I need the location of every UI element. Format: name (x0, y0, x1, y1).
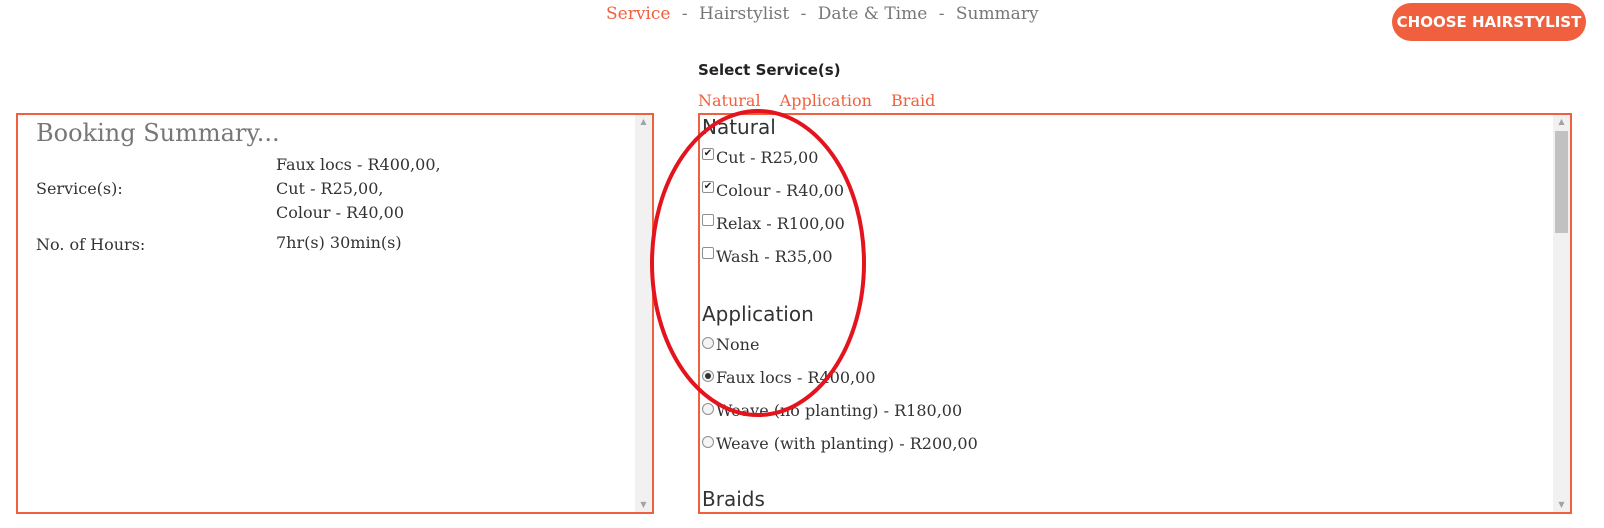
select-services-heading: Select Service(s) (698, 61, 841, 79)
service-option-colour[interactable]: ✔ Colour - R40,00 (702, 180, 845, 200)
scroll-down-icon[interactable]: ▼ (1553, 498, 1570, 512)
option-label: Cut - R25,00 (716, 148, 819, 167)
scroll-up-icon[interactable]: ▲ (635, 115, 652, 129)
service-option-none[interactable]: None (702, 335, 759, 354)
step-date-time[interactable]: Date & Time (818, 4, 928, 24)
service-option-wash[interactable]: Wash - R35,00 (702, 246, 833, 266)
group-title-application: Application (702, 302, 814, 326)
service-option-weave-with-planting[interactable]: Weave (with planting) - R200,00 (702, 434, 978, 453)
services-label: Service(s): (36, 179, 123, 198)
service-option-faux-locs[interactable]: Faux locs - R400,00 (702, 368, 876, 387)
summary-service-item: Cut - R25,00, (276, 179, 384, 198)
category-links: Natural Application Braid (698, 91, 949, 110)
hours-value: 7hr(s) 30min(s) (276, 233, 402, 252)
scroll-up-icon[interactable]: ▲ (1553, 115, 1570, 129)
wizard-steps: Service - Hairstylist - Date & Time - Su… (606, 4, 1039, 24)
option-label: Colour - R40,00 (716, 181, 845, 200)
summary-service-item: Colour - R40,00 (276, 203, 405, 222)
option-label: None (716, 335, 760, 354)
summary-scrollbar[interactable]: ▲ ▼ (635, 115, 652, 512)
radio-icon[interactable] (702, 336, 714, 349)
booking-summary-title: Booking Summary... (36, 119, 280, 147)
category-link-application[interactable]: Application (780, 91, 872, 110)
services-scrollbar[interactable]: ▲ ▼ (1553, 115, 1570, 512)
option-label: Wash - R35,00 (716, 247, 833, 266)
summary-service-item: Faux locs - R400,00, (276, 155, 441, 174)
services-panel[interactable]: Natural ✔ Cut - R25,00 ✔ Colour - R40,00… (698, 113, 1572, 514)
step-separator: - (800, 4, 807, 24)
category-link-natural[interactable]: Natural (698, 91, 761, 110)
checkbox-icon[interactable] (702, 213, 714, 226)
service-option-cut[interactable]: ✔ Cut - R25,00 (702, 147, 819, 167)
step-hairstylist[interactable]: Hairstylist (699, 4, 789, 24)
step-service[interactable]: Service (606, 4, 670, 24)
step-separator: - (681, 4, 688, 24)
radio-selected-icon[interactable] (702, 369, 714, 382)
choose-hairstylist-button[interactable]: CHOOSE HAIRSTYLIST (1392, 3, 1586, 41)
services-values: Faux locs - R400,00, Cut - R25,00, Colou… (276, 153, 441, 225)
radio-icon[interactable] (702, 402, 714, 415)
hours-label: No. of Hours: (36, 235, 146, 254)
option-label: Weave (with planting) - R200,00 (716, 434, 978, 453)
scroll-down-icon[interactable]: ▼ (635, 498, 652, 512)
checkbox-checked-icon[interactable]: ✔ (702, 147, 714, 160)
radio-icon[interactable] (702, 435, 714, 448)
service-option-weave-no-planting[interactable]: Weave (no planting) - R180,00 (702, 401, 962, 420)
radio-dot (705, 372, 711, 379)
category-link-braid[interactable]: Braid (891, 91, 935, 110)
option-label: Relax - R100,00 (716, 214, 845, 233)
step-summary[interactable]: Summary (956, 4, 1039, 24)
group-title-braids: Braids (702, 487, 765, 511)
checkbox-icon[interactable] (702, 246, 714, 259)
service-option-relax[interactable]: Relax - R100,00 (702, 213, 845, 233)
option-label: Weave (no planting) - R180,00 (716, 401, 963, 420)
checkbox-checked-icon[interactable]: ✔ (702, 180, 714, 193)
step-separator: - (938, 4, 945, 24)
booking-summary-panel[interactable]: Booking Summary... Service(s): Faux locs… (16, 113, 654, 514)
scrollbar-thumb[interactable] (1555, 131, 1568, 233)
option-label: Faux locs - R400,00 (716, 368, 876, 387)
group-title-natural: Natural (702, 115, 776, 139)
